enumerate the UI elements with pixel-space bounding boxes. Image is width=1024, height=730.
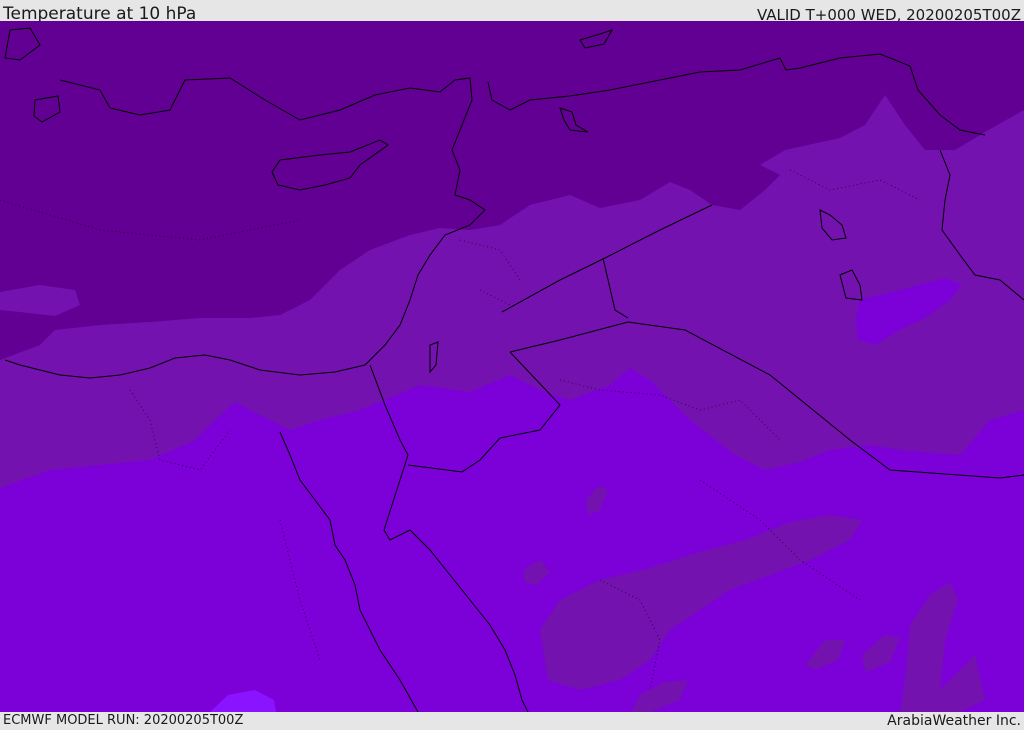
credit-label: ArabiaWeather Inc.	[887, 713, 1021, 729]
model-run: ECMWF MODEL RUN: 20200205T00Z	[3, 713, 244, 728]
temperature-map	[0, 21, 1024, 712]
